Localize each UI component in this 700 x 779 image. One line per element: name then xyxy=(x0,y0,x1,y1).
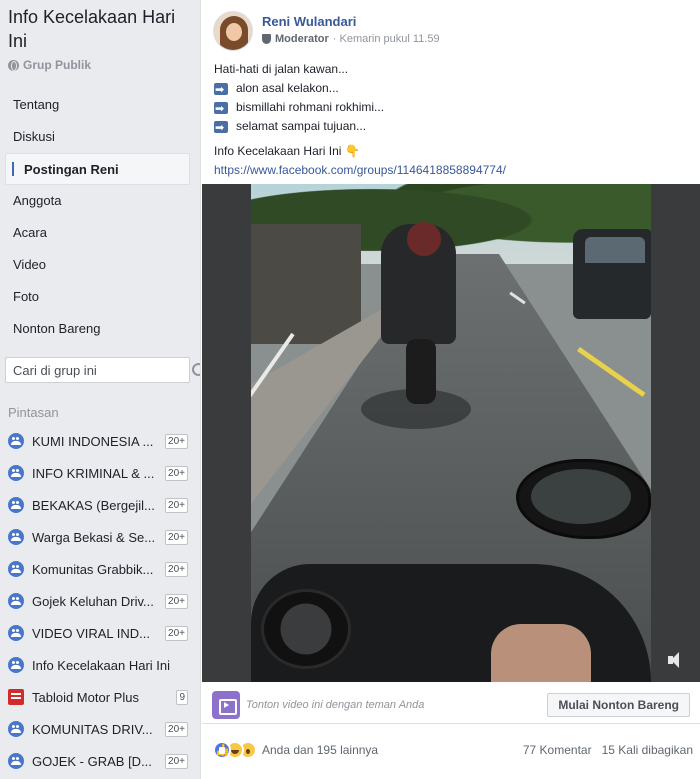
post-body: Hati-hati di jalan kawan... alon asal ke… xyxy=(214,60,684,180)
nav-item-acara[interactable]: Acara xyxy=(5,217,190,249)
notification-badge: 20+ xyxy=(165,561,188,577)
group-privacy-label: Grup Publik xyxy=(23,58,92,72)
reaction-count[interactable]: Anda dan 195 lainnya xyxy=(262,743,378,757)
moderator-badge-icon xyxy=(262,34,271,44)
shortcut-label: VIDEO VIRAL IND... xyxy=(32,625,150,641)
post-line-text: alon asal kelakon... xyxy=(236,81,339,95)
shortcut-label: GOJEK - GRAB [D... xyxy=(32,753,152,769)
post-line: Hati-hati di jalan kawan... xyxy=(214,62,349,76)
group-privacy: Grup Publik xyxy=(8,58,91,72)
notification-badge: 20+ xyxy=(165,753,188,769)
like-reaction-icon[interactable] xyxy=(213,741,231,759)
page-icon xyxy=(8,689,24,705)
post-meta: Moderator · Kemarin pukul 11.59 xyxy=(262,33,440,45)
reactions-bar: Anda dan 195 lainnya 77 Komentar 15 Kali… xyxy=(213,739,693,761)
start-watch-party-button[interactable]: Mulai Nonton Bareng xyxy=(547,692,690,717)
shortcut-item[interactable]: BEKAKAS (Bergejil... 20+ xyxy=(8,489,188,521)
shortcut-label: BEKAKAS (Bergejil... xyxy=(32,497,155,513)
post-line: alon asal kelakon... xyxy=(214,79,684,99)
shortcuts-list: KUMI INDONESIA ... 20+ INFO KRIMINAL & .… xyxy=(8,425,188,777)
group-icon xyxy=(8,433,24,449)
nav-item-nonton-bareng[interactable]: Nonton Bareng xyxy=(5,313,190,345)
shortcut-item[interactable]: KOMUNITAS DRIV... 20+ xyxy=(8,713,188,745)
notification-badge: 20+ xyxy=(165,465,188,481)
post-stats: 77 Komentar 15 Kali dibagikan xyxy=(523,743,693,757)
nav-item-diskusi[interactable]: Diskusi xyxy=(5,121,190,153)
share-count[interactable]: 15 Kali dibagikan xyxy=(602,743,693,757)
group-icon xyxy=(8,721,24,737)
post-line: bismillahi rohmani rokhimi... xyxy=(214,98,684,118)
shortcut-item[interactable]: Info Kecelakaan Hari Ini xyxy=(8,649,188,681)
post-card: Reni Wulandari Moderator · Kemarin pukul… xyxy=(200,0,700,779)
post-author[interactable]: Reni Wulandari xyxy=(262,14,356,29)
shortcut-item[interactable]: Gojek Keluhan Driv... 20+ xyxy=(8,585,188,617)
group-search-input[interactable] xyxy=(13,362,189,378)
notification-badge: 9 xyxy=(176,689,188,705)
post-line-text: selamat sampai tujuan... xyxy=(236,119,367,133)
nav-item-tentang[interactable]: Tentang xyxy=(5,89,190,121)
shortcut-label: Komunitas Grabbik... xyxy=(32,561,154,577)
comment-count[interactable]: 77 Komentar xyxy=(523,743,592,757)
group-icon xyxy=(8,529,24,545)
notification-badge: 20+ xyxy=(165,433,188,449)
right-arrow-icon xyxy=(214,118,228,137)
video-frame xyxy=(251,184,651,682)
group-link[interactable]: https://www.facebook.com/groups/11464188… xyxy=(214,161,506,180)
watch-party-icon xyxy=(212,690,240,719)
author-role: Moderator xyxy=(275,33,329,45)
notification-badge: 20+ xyxy=(165,593,188,609)
group-title[interactable]: Info Kecelakaan Hari Ini xyxy=(8,5,193,53)
shortcut-label: KOMUNITAS DRIV... xyxy=(32,721,153,737)
group-icon xyxy=(8,657,24,673)
right-arrow-icon xyxy=(214,80,228,99)
group-search xyxy=(5,357,205,383)
shortcut-item[interactable]: KUMI INDONESIA ... 20+ xyxy=(8,425,188,457)
notification-badge: 20+ xyxy=(165,721,188,737)
notification-badge: 20+ xyxy=(165,497,188,513)
post-timestamp[interactable]: · Kemarin pukul 11.59 xyxy=(333,33,440,45)
pointing-down-icon: 👇 xyxy=(345,144,361,158)
post-line-text: Info Kecelakaan Hari Ini xyxy=(214,144,342,158)
avatar[interactable] xyxy=(213,11,253,51)
shortcut-item[interactable]: Tabloid Motor Plus 9 xyxy=(8,681,188,713)
notification-badge: 20+ xyxy=(165,529,188,545)
group-nav: Tentang Diskusi Postingan Reni Anggota A… xyxy=(5,89,190,345)
shortcut-item[interactable]: Komunitas Grabbik... 20+ xyxy=(8,553,188,585)
watch-party-text: Tonton video ini dengan teman Anda xyxy=(246,698,425,711)
post-line: selamat sampai tujuan... xyxy=(214,117,684,137)
shortcut-label: Info Kecelakaan Hari Ini xyxy=(32,657,171,673)
watch-party-bar: Tonton video ini dengan teman Anda Mulai… xyxy=(202,686,700,724)
group-icon xyxy=(8,593,24,609)
post-line-text: bismillahi rohmani rokhimi... xyxy=(236,100,385,114)
post-line: Info Kecelakaan Hari Ini 👇 xyxy=(214,142,684,161)
mute-icon[interactable] xyxy=(666,650,686,670)
post-line: https://www.facebook.com/groups/11464188… xyxy=(214,161,684,180)
shortcut-label: INFO KRIMINAL & ... xyxy=(32,465,155,481)
video-player[interactable] xyxy=(202,184,700,682)
nav-item-video[interactable]: Video xyxy=(5,249,190,281)
globe-icon xyxy=(8,59,19,71)
nav-item-foto[interactable]: Foto xyxy=(5,281,190,313)
shortcut-label: KUMI INDONESIA ... xyxy=(32,433,154,449)
right-arrow-icon xyxy=(214,99,228,118)
shortcut-label: Gojek Keluhan Driv... xyxy=(32,593,154,609)
shortcut-item[interactable]: Warga Bekasi & Se... 20+ xyxy=(8,521,188,553)
group-icon xyxy=(8,497,24,513)
group-icon xyxy=(8,625,24,641)
notification-badge: 20+ xyxy=(165,625,188,641)
group-icon xyxy=(8,465,24,481)
shortcut-item[interactable]: GOJEK - GRAB [D... 20+ xyxy=(8,745,188,777)
nav-item-postingan-reni[interactable]: Postingan Reni xyxy=(5,153,190,185)
nav-item-anggota[interactable]: Anggota xyxy=(5,185,190,217)
left-sidebar: Info Kecelakaan Hari Ini Grup Publik Ten… xyxy=(0,0,205,779)
group-icon xyxy=(8,561,24,577)
shortcut-label: Tabloid Motor Plus xyxy=(32,689,139,705)
shortcut-item[interactable]: INFO KRIMINAL & ... 20+ xyxy=(8,457,188,489)
shortcuts-title: Pintasan xyxy=(8,405,59,420)
shortcut-item[interactable]: VIDEO VIRAL IND... 20+ xyxy=(8,617,188,649)
group-icon xyxy=(8,753,24,769)
shortcut-label: Warga Bekasi & Se... xyxy=(32,529,156,545)
